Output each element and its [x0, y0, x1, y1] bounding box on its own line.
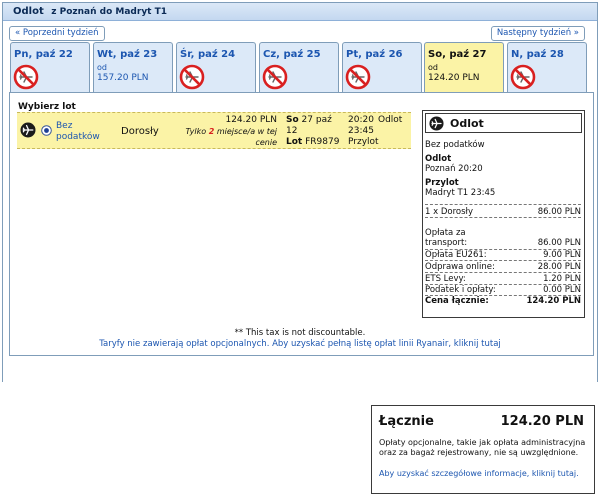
seats-prefix: Tylko	[185, 127, 207, 136]
choose-flight-heading: Wybierz lot	[18, 102, 76, 112]
optional-fees-text: Opłaty opcjonalne, takie jak opłata admi…	[379, 438, 586, 457]
fee-label: Podatek i opłaty:	[425, 285, 496, 295]
grand-total-box: Łącznie 124.20 PLN Opłaty opcjonalne, ta…	[371, 405, 595, 494]
section-header: Odlot z Poznań do Madryt T1	[3, 3, 597, 21]
fee-label: Opłata za	[425, 228, 466, 238]
fee-value: 9.00 PLN	[543, 250, 581, 260]
flight-number: Lot FR9879	[286, 137, 339, 148]
details-link[interactable]: Aby uzyskać szczegółowe informacje, klik…	[379, 469, 589, 479]
summary-fare-type: Bez podatków	[425, 140, 485, 150]
grand-total-label: Łącznie	[379, 414, 434, 429]
summary-total-value: 124.20 PLN	[526, 296, 581, 306]
no-flight-icon	[510, 64, 536, 90]
no-flight-icon	[179, 64, 205, 90]
header-title: Odlot	[13, 6, 44, 17]
prev-week-button[interactable]: « Poprzedni tydzień	[9, 26, 105, 41]
fee-value: 28.00 PLN	[537, 262, 581, 272]
day-tab[interactable]: Pn, paź 22	[10, 42, 90, 92]
fare-label-line2[interactable]: podatków	[56, 132, 100, 143]
summary-fee-row: Odprawa online: 28.00 PLN	[425, 262, 581, 273]
next-week-button[interactable]: Następny tydzień »	[490, 26, 585, 41]
flight-date-daynum: 12	[286, 126, 298, 136]
day-tab[interactable]: Pt, paź 26	[342, 42, 422, 92]
flight-number-label: Lot	[286, 137, 303, 147]
fee-label-line2: transport:	[425, 238, 468, 248]
summary-pax-label: 1 x Dorosły	[425, 207, 473, 217]
fee-value: 0.00 PLN	[543, 285, 581, 295]
grand-total-amount: 124.20 PLN	[500, 414, 584, 429]
summary-fee-row: Opłata EU261: 9.00 PLN	[425, 250, 581, 261]
summary-total-line: Cena łącznie: 124.20 PLN	[425, 296, 581, 306]
flight-date-rest: 27 paź	[301, 115, 332, 125]
discount-note: ** This tax is not discountable.	[234, 328, 366, 338]
flight-row[interactable]: Bez podatków Dorosły 124.20 PLN Tylko 2 …	[17, 112, 411, 149]
fee-value: 86.00 PLN	[537, 238, 581, 248]
fare-summary-title: Odlot	[450, 117, 484, 130]
flight-date: So 27 paź	[286, 115, 332, 126]
plane-icon	[429, 116, 444, 131]
summary-depart-label: Odlot	[425, 154, 452, 164]
day-tab[interactable]: N, paź 28	[507, 42, 587, 92]
day-label: Cz, paź 25	[263, 49, 321, 60]
day-label: Pt, paź 26	[346, 49, 403, 60]
passenger-type: Dorosły	[121, 126, 159, 137]
no-flight-icon	[13, 64, 39, 90]
day-price: 124.20 PLN	[428, 73, 480, 83]
day-label: So, paź 27	[428, 49, 487, 60]
day-tab[interactable]: Cz, paź 25	[259, 42, 339, 92]
day-label: Wt, paź 23	[97, 49, 158, 60]
day-tab[interactable]: So, paź 27 od 124.20 PLN	[424, 42, 504, 92]
fee-label: ETS Levy:	[425, 274, 466, 284]
flight-number-value: FR9879	[305, 137, 340, 147]
summary-arrive-value: Madryt T1 23:45	[425, 188, 496, 198]
seats-suffix-2: cenie	[255, 138, 277, 147]
fare-summary-header: Odlot	[425, 113, 582, 133]
day-from-label: od	[428, 63, 438, 72]
departure-time: 20:20	[348, 115, 374, 125]
day-label: N, paź 28	[511, 49, 564, 60]
day-label: Śr, paź 24	[180, 49, 236, 60]
no-flight-icon	[262, 64, 288, 90]
summary-fee-row: ETS Levy: 1.20 PLN	[425, 274, 581, 285]
no-flight-icon	[345, 64, 371, 90]
seats-suffix-1: miejsce/a w tej	[216, 127, 277, 136]
arrival-label: Przylot	[348, 137, 379, 147]
fare-label-line1[interactable]: Bez	[56, 121, 72, 132]
seats-count: 2	[208, 127, 215, 136]
summary-passenger-line: 1 x Dorosły 86.00 PLN	[425, 204, 581, 218]
flight-price: 124.20 PLN	[225, 115, 277, 125]
seats-left: Tylko 2 miejsce/a w tej	[182, 126, 277, 137]
plane-icon	[20, 122, 36, 138]
summary-fee-row: Podatek i opłaty: 0.00 PLN	[425, 285, 581, 296]
header-route: z Poznań do Madryt T1	[51, 7, 168, 17]
day-label: Pn, paź 22	[14, 49, 73, 60]
day-from-label: od	[97, 63, 107, 72]
departure-label: Odlot	[378, 115, 403, 125]
fee-value: 1.20 PLN	[543, 274, 581, 284]
optional-fees-link[interactable]: Taryfy nie zawierają opłat opcjonalnych.…	[0, 339, 600, 349]
summary-fee-row: Opłata za transport: 86.00 PLN	[425, 228, 581, 250]
fee-label: Odprawa online:	[425, 262, 495, 272]
day-price: 157.20 PLN	[97, 73, 149, 83]
flight-date-day: So	[286, 115, 299, 125]
summary-total-label: Cena łącznie:	[425, 296, 489, 306]
fee-label: Opłata EU261:	[425, 250, 487, 260]
summary-pax-price: 86.00 PLN	[537, 207, 581, 217]
day-tab[interactable]: Śr, paź 24	[176, 42, 256, 92]
arrival-time: 23:45	[348, 126, 374, 136]
fare-radio[interactable]	[41, 125, 52, 136]
summary-arrive-label: Przylot	[425, 178, 459, 188]
summary-depart-value: Poznań 20:20	[425, 164, 483, 174]
day-tab[interactable]: Wt, paź 23 od 157.20 PLN	[93, 42, 173, 92]
